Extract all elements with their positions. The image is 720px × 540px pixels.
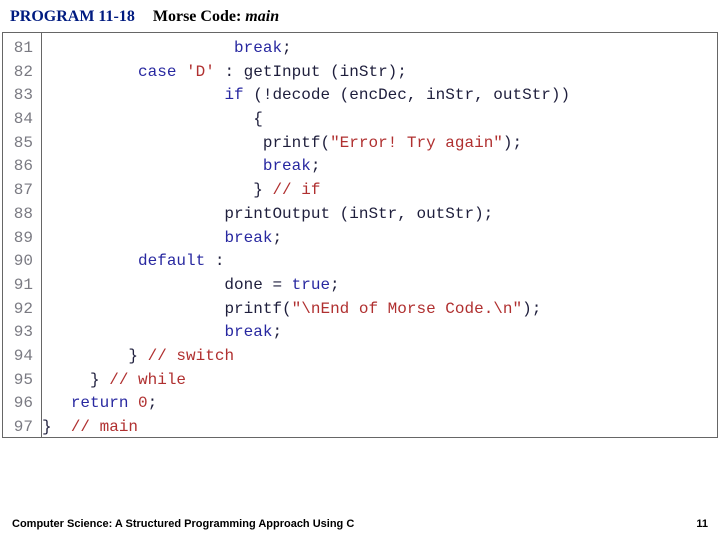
code-line: case 'D' : getInput (inStr); (42, 61, 570, 85)
code-line: break; (42, 321, 570, 345)
footer-left: Computer Science: A Structured Programmi… (12, 518, 354, 530)
code-line: done = true; (42, 274, 570, 298)
line-number: 86 (9, 155, 33, 179)
code-line: return 0; (42, 392, 570, 416)
slide-footer: Computer Science: A Structured Programmi… (0, 518, 720, 530)
slide-title-emph: main (245, 8, 279, 25)
line-number: 90 (9, 250, 33, 274)
footer-page-number: 11 (696, 518, 708, 530)
line-number: 97 (9, 416, 33, 440)
code-line: printf("Error! Try again"); (42, 132, 570, 156)
code-line: printf("\nEnd of Morse Code.\n"); (42, 298, 570, 322)
line-number: 84 (9, 108, 33, 132)
code-line: } // switch (42, 345, 570, 369)
code-line: default : (42, 250, 570, 274)
line-number: 96 (9, 392, 33, 416)
line-number: 95 (9, 369, 33, 393)
code-line: if (!decode (encDec, inStr, outStr)) (42, 84, 570, 108)
line-number: 89 (9, 227, 33, 251)
code-line: printOutput (inStr, outStr); (42, 203, 570, 227)
code-line: break; (42, 155, 570, 179)
line-number: 91 (9, 274, 33, 298)
code-line: } // main (42, 416, 570, 440)
line-number: 88 (9, 203, 33, 227)
line-number-gutter: 8182838485868788899091929394959697 (3, 33, 42, 437)
code-line: break; (42, 227, 570, 251)
code-body: break; case 'D' : getInput (inStr); if (… (42, 33, 570, 437)
slide-header: PROGRAM 11-18 Morse Code: main (0, 0, 720, 32)
code-listing: 8182838485868788899091929394959697 break… (2, 32, 718, 438)
line-number: 94 (9, 345, 33, 369)
code-line: break; (42, 37, 570, 61)
line-number: 83 (9, 84, 33, 108)
slide-title-prefix: Morse Code: (153, 8, 245, 25)
line-number: 87 (9, 179, 33, 203)
line-number: 92 (9, 298, 33, 322)
line-number: 82 (9, 61, 33, 85)
line-number: 85 (9, 132, 33, 156)
code-line: } // while (42, 369, 570, 393)
line-number: 81 (9, 37, 33, 61)
line-number: 93 (9, 321, 33, 345)
code-line: } // if (42, 179, 570, 203)
code-line: { (42, 108, 570, 132)
program-label: PROGRAM 11-18 (10, 8, 135, 25)
